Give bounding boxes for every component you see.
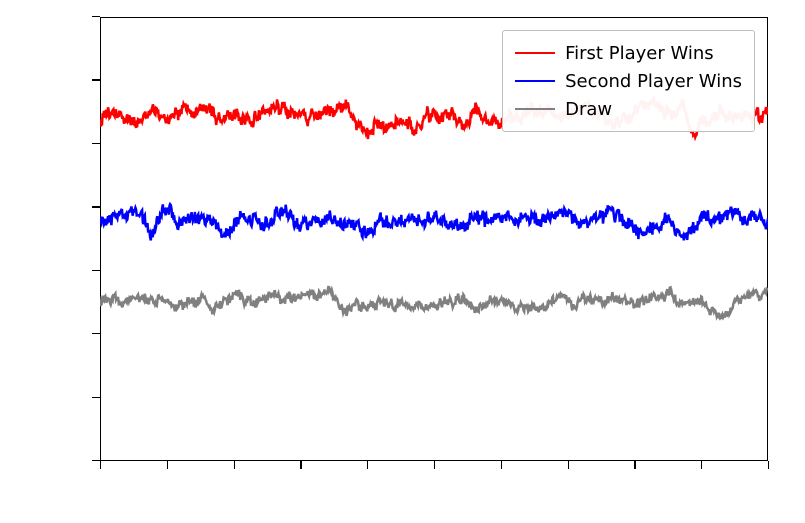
xtick <box>367 461 368 469</box>
ytick <box>92 143 100 144</box>
xtick <box>634 461 635 469</box>
legend-swatch-icon <box>515 80 555 83</box>
ytick <box>92 270 100 271</box>
xtick <box>300 461 301 469</box>
legend-label: First Player Wins <box>565 43 714 64</box>
xtick <box>768 461 769 469</box>
legend-item: Second Player Wins <box>515 67 742 95</box>
xtick <box>501 461 502 469</box>
xtick <box>167 461 168 469</box>
xtick <box>701 461 702 469</box>
legend-swatch-icon <box>515 108 555 111</box>
xtick <box>568 461 569 469</box>
ytick <box>92 79 100 80</box>
xtick <box>100 461 101 469</box>
xtick <box>234 461 235 469</box>
xtick <box>434 461 435 469</box>
legend-label: Second Player Wins <box>565 71 742 92</box>
ytick <box>92 397 100 398</box>
ytick <box>92 460 100 461</box>
legend: First Player Wins Second Player Wins Dra… <box>502 30 755 132</box>
legend-item: Draw <box>515 95 742 123</box>
ytick <box>92 206 100 207</box>
legend-swatch-icon <box>515 52 555 55</box>
ytick <box>92 333 100 334</box>
ytick <box>92 16 100 17</box>
legend-label: Draw <box>565 99 612 120</box>
legend-item: First Player Wins <box>515 39 742 67</box>
series-draw <box>100 286 768 318</box>
chart: First Player Wins Second Player Wins Dra… <box>0 0 805 523</box>
series-second-player-wins <box>100 204 768 240</box>
